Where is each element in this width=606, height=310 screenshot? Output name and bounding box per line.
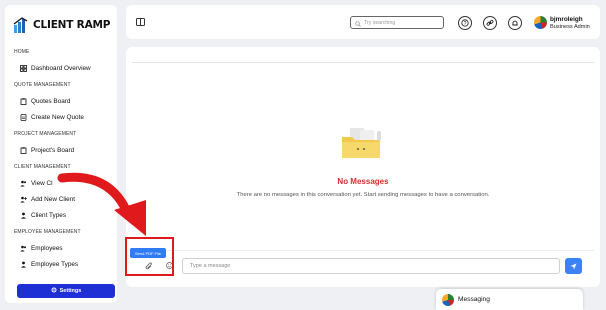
clipboard-icon [20, 98, 27, 105]
sidebar-item-label: Create New Quote [31, 114, 84, 121]
user-plus-icon [20, 196, 27, 203]
sidebar-item-client-types[interactable]: Client Types [20, 212, 66, 219]
search-placeholder: Try searching [364, 19, 396, 26]
empty-state-subtitle: There are no messages in this conversati… [236, 192, 490, 198]
empty-state-title: No Messages [337, 177, 389, 186]
avatar[interactable] [534, 16, 547, 29]
link-icon [486, 14, 494, 32]
sidebar-item-projects-board[interactable]: Project's Board [20, 147, 74, 154]
document-icon [20, 114, 27, 121]
section-quote-management: QUOTE MANAGEMENT [14, 82, 71, 88]
top-header: Try searching ? bjmroleigh Business Admi… [126, 5, 600, 39]
send-icon [570, 257, 577, 275]
user-name: bjmroleigh [550, 16, 583, 23]
settings-button[interactable]: Settings [17, 284, 115, 298]
brand-logo[interactable]: CLIENT RAMP [13, 16, 110, 34]
messaging-popup[interactable]: Messaging [436, 289, 583, 310]
avatar [442, 293, 454, 306]
messaging-label: Messaging [458, 296, 490, 303]
sidebar-item-label: Employees [31, 245, 63, 252]
settings-label: Settings [59, 288, 82, 294]
search-icon [355, 14, 361, 32]
section-client-management: CLIENT MANAGEMENT [14, 164, 71, 170]
highlight-box [125, 237, 174, 276]
sidebar-item-label: Employee Types [31, 261, 79, 268]
dashboard-icon [20, 65, 27, 72]
sidebar-item-view-clients[interactable]: View Cl [20, 180, 53, 187]
section-project-management: PROJECT MANAGEMENT [14, 131, 77, 137]
gear-icon [51, 287, 57, 295]
empty-folder-icon [342, 128, 381, 158]
sidebar-item-employees[interactable]: Employees [20, 245, 63, 252]
section-employee-management: EMPLOYEE MANAGEMENT [14, 229, 81, 235]
sidebar-item-quotes-board[interactable]: Quotes Board [20, 98, 70, 105]
message-input[interactable]: Type a message [182, 258, 560, 274]
user-icon [20, 261, 27, 268]
sidebar-item-label: Quotes Board [31, 98, 71, 105]
sidebar-item-label: Dashboard Overview [31, 65, 91, 72]
sidebar-item-dashboard-overview[interactable]: Dashboard Overview [20, 65, 91, 72]
users-icon [20, 245, 27, 252]
sidebar-item-label: View Cl [31, 180, 53, 187]
sidebar-item-label: Client Types [31, 212, 67, 219]
divider [132, 62, 594, 63]
section-home: HOME [14, 49, 30, 55]
composer-divider [132, 250, 594, 251]
sidebar-toggle-icon[interactable] [136, 18, 145, 26]
notifications-button[interactable] [508, 16, 522, 30]
svg-text:?: ? [464, 21, 467, 27]
link-button[interactable] [483, 16, 497, 30]
help-button[interactable]: ? [458, 16, 472, 30]
search-input[interactable]: Try searching [350, 16, 444, 29]
brand-name: CLIENT RAMP [33, 19, 111, 31]
clipboard-icon [20, 147, 27, 154]
sidebar-item-add-new-client[interactable]: Add New Client [20, 196, 75, 203]
logo-icon [13, 17, 28, 33]
bell-icon [511, 14, 519, 32]
user-role: Business Admin [550, 24, 590, 30]
question-icon: ? [461, 14, 469, 32]
sidebar-item-label: Project's Board [31, 147, 75, 154]
send-button[interactable] [565, 258, 582, 274]
sidebar-item-create-new-quote[interactable]: Create New Quote [20, 114, 84, 121]
users-icon [20, 180, 27, 187]
chat-panel: No Messages There are no messages in thi… [126, 47, 600, 287]
sidebar: CLIENT RAMP HOME Dashboard Overview QUOT… [5, 5, 117, 303]
user-icon [20, 212, 27, 219]
sidebar-item-label: Add New Client [31, 196, 76, 203]
sidebar-item-employee-types[interactable]: Employee Types [20, 261, 78, 268]
